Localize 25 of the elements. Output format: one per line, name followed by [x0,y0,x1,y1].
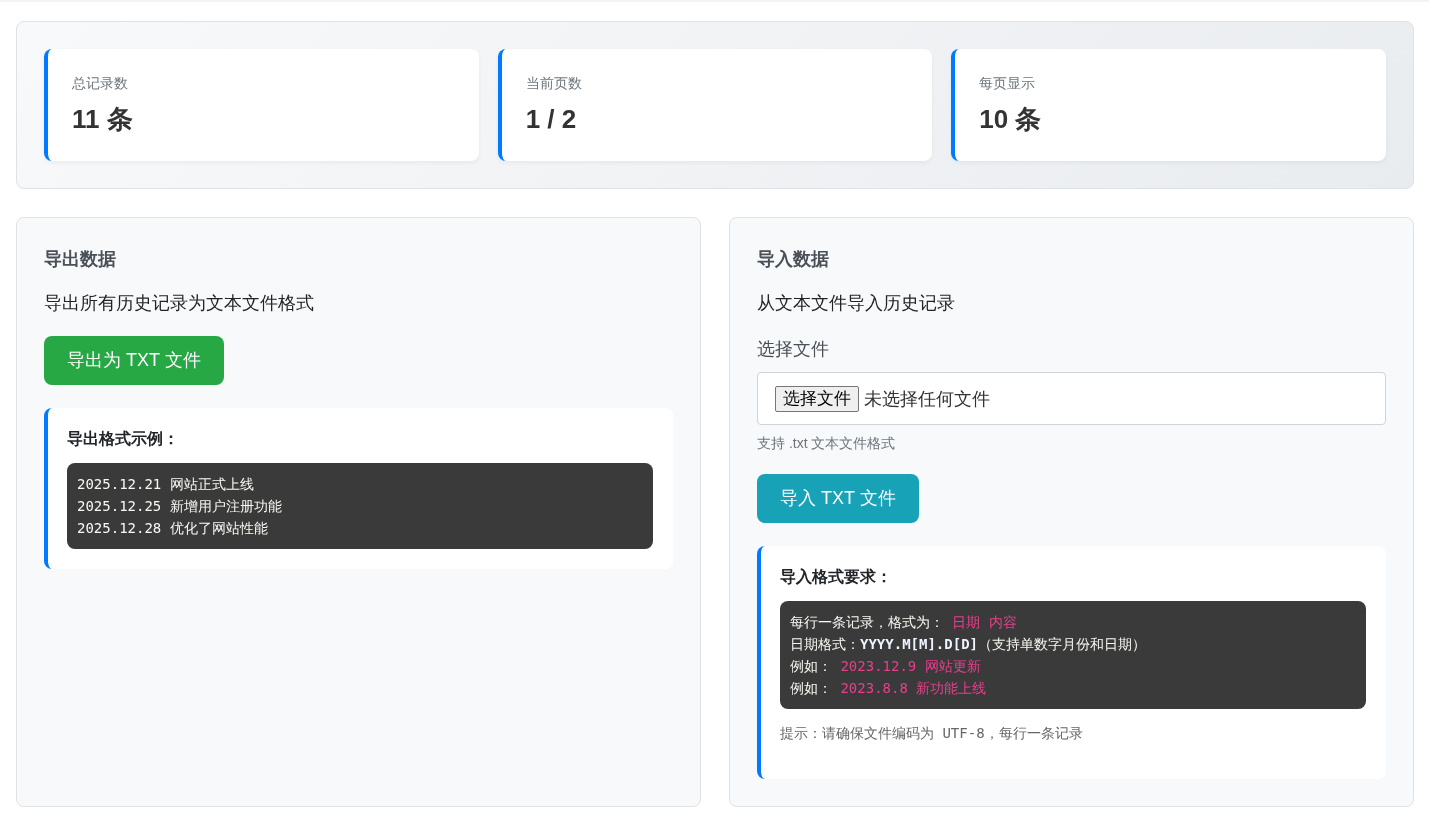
file-input-field[interactable]: 选择文件 未选择任何文件 [757,372,1386,425]
panel-description: 从文本文件导入历史记录 [757,292,955,315]
code-line: 每行一条记录，格式为： 日期 内容 [790,613,1017,632]
stat-label: 每页显示 [979,74,1036,93]
code-line: 2025.12.25 新增用户注册功能 [77,497,282,516]
tip-text: 提示：请确保文件编码为 UTF-8，每行一条记录 [780,724,1083,743]
stat-value: 11 条 [72,103,133,136]
example-title: 导出格式示例： [67,429,179,449]
panel-title: 导出数据 [44,248,116,271]
panel-title: 导入数据 [757,248,829,271]
choose-file-button[interactable]: 选择文件 [775,385,859,412]
requirements-title: 导入格式要求： [780,567,892,587]
stat-label: 总记录数 [72,74,128,93]
field-label: 选择文件 [757,338,829,361]
code-line: 2025.12.21 网站正式上线 [77,475,254,494]
code-line: 2025.12.28 优化了网站性能 [77,519,268,538]
file-status-text: 未选择任何文件 [864,387,990,411]
stat-value: 1 / 2 [525,103,577,136]
code-line: 例如： 2023.12.9 网站更新 [790,657,981,676]
stat-value: 10 条 [979,103,1042,136]
code-line: 例如： 2023.8.8 新功能上线 [790,679,987,698]
field-hint: 支持 .txt 文本文件格式 [757,434,896,453]
code-line: 日期格式：YYYY.M[M].D[D]（支持单数字月份和日期） [790,635,1146,654]
panel-description: 导出所有历史记录为文本文件格式 [44,292,314,315]
stat-label: 当前页数 [525,74,582,93]
